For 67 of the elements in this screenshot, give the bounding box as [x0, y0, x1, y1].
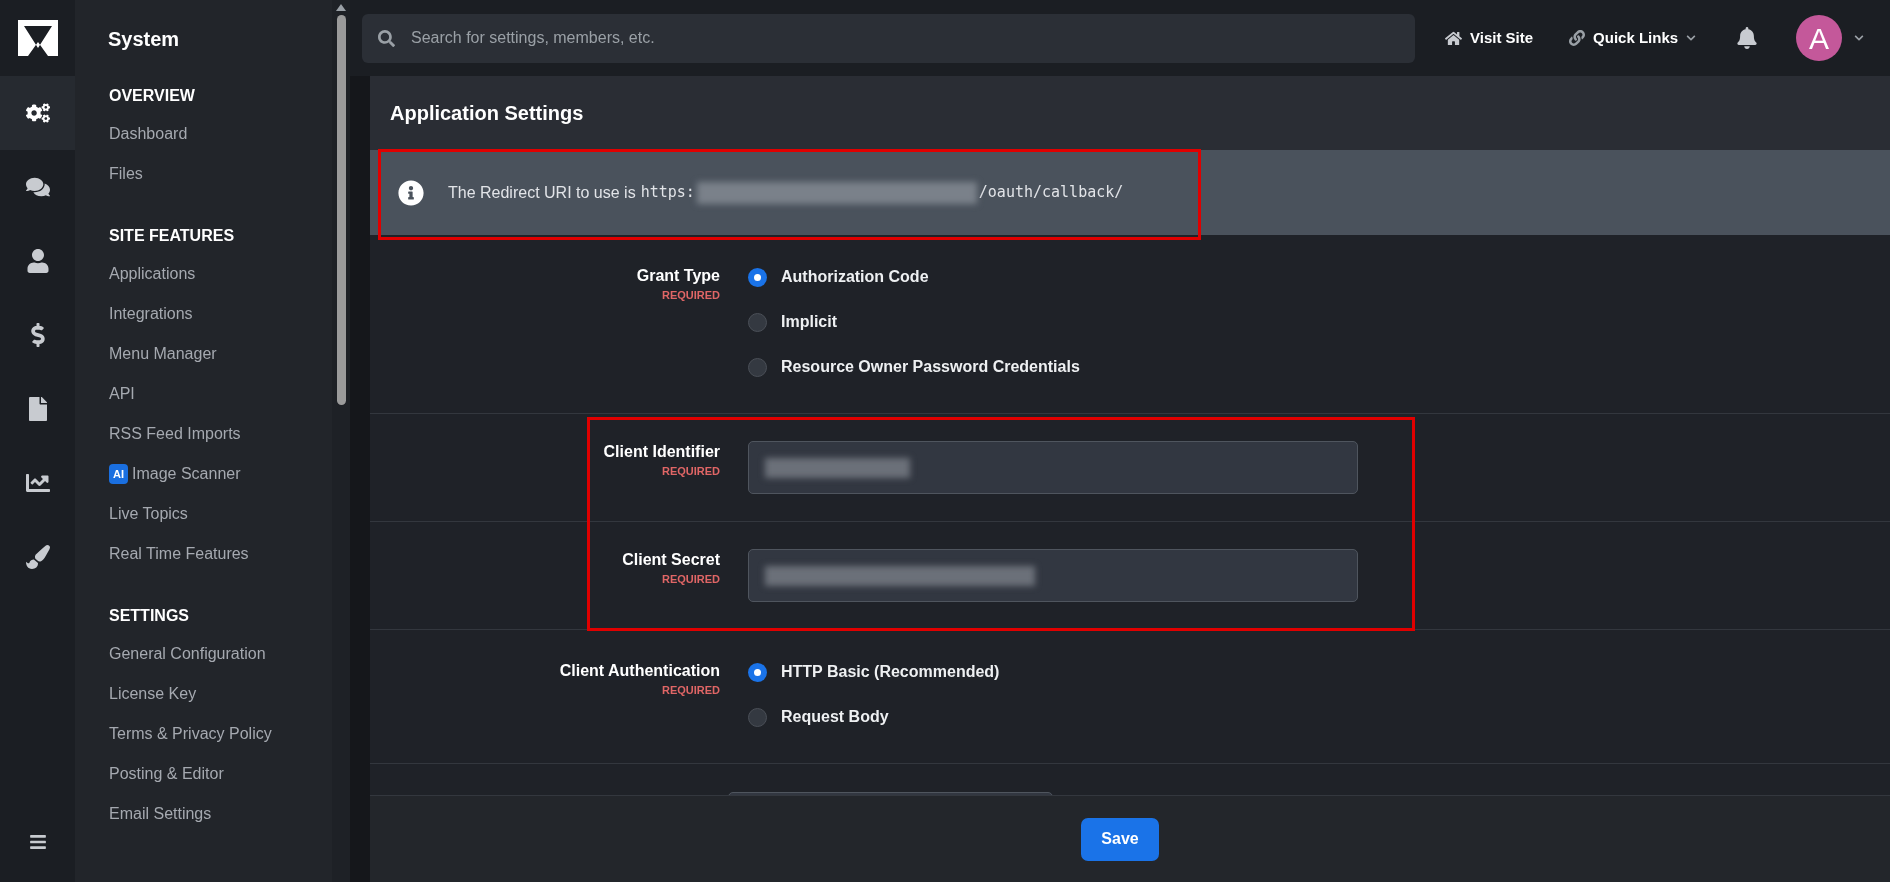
radio-button[interactable]	[748, 267, 767, 287]
scrollbar-thumb[interactable]	[336, 15, 346, 405]
radio-button[interactable]	[748, 312, 767, 332]
sidebar-item[interactable]: General Configuration	[107, 634, 266, 674]
sidebar-item[interactable]: Email Settings	[107, 794, 212, 834]
sidebar-item[interactable]: Dashboard	[107, 114, 188, 154]
sidebar-item[interactable]: Files	[107, 154, 143, 194]
field-label: Client Authentication	[559, 661, 720, 681]
settings-icon	[25, 101, 50, 125]
scrollbar[interactable]	[332, 0, 350, 882]
uri-text: /oauth/callback/	[978, 182, 1124, 204]
notification-bell-icon[interactable]	[1736, 27, 1759, 49]
sidebar-item[interactable]: AI Image Scanner	[107, 454, 241, 494]
sidebar-item[interactable]: Terms & Privacy Policy	[107, 714, 272, 754]
radio-option[interactable]: HTTP Basic (Recommended)	[748, 660, 1000, 684]
input-field[interactable]	[748, 441, 1358, 494]
sidebar-title: System	[107, 27, 181, 52]
field-label: Client Identifier	[603, 442, 720, 462]
brush-icon	[25, 545, 50, 569]
caret-icon[interactable]	[1854, 33, 1865, 43]
link-icon	[1569, 30, 1586, 46]
required-label: REQUIRED	[661, 683, 720, 698]
search-field[interactable]: Search for settings, members, etc.	[362, 13, 1415, 63]
notice-text: The Redirect URI to use is	[448, 182, 636, 203]
scroll-up-icon[interactable]	[336, 4, 346, 11]
caret-icon	[1686, 33, 1697, 43]
required-label: REQUIRED	[661, 572, 720, 587]
comments-icon	[25, 175, 50, 199]
info-icon	[398, 179, 424, 206]
radio-option[interactable]: Resource Owner Password Credentials	[748, 355, 1080, 379]
sidebar-item[interactable]: Menu Manager	[107, 334, 217, 374]
radio-option[interactable]: Request Body	[748, 705, 889, 729]
required-label: REQUIRED	[661, 464, 720, 479]
sidebar-item[interactable]: License Key	[107, 674, 197, 714]
menu-icon[interactable]	[28, 833, 47, 851]
field-label: Grant Type	[636, 266, 720, 286]
section-heading: SITE FEATURES	[108, 226, 236, 246]
input-field[interactable]	[748, 549, 1358, 602]
panel-title: Application Settings	[390, 101, 584, 126]
radio-button[interactable]	[748, 707, 767, 727]
sidebar-item[interactable]: Integrations	[107, 294, 193, 334]
field-label: Client Secret	[622, 550, 720, 570]
radio-option[interactable]: Implicit	[748, 310, 837, 334]
radio-button[interactable]	[748, 357, 767, 377]
sidebar-item[interactable]: API	[107, 374, 135, 414]
sidebar-item[interactable]: Live Topics	[107, 494, 188, 534]
user-avatar[interactable]: A	[1796, 15, 1843, 61]
required-label: REQUIRED	[661, 288, 720, 303]
quick-links-dropdown[interactable]: Quick Links	[1569, 26, 1697, 50]
visit-site-link[interactable]: Visit Site	[1445, 26, 1534, 50]
save-button[interactable]: Save	[1081, 817, 1159, 861]
rail-nav-item[interactable]	[0, 76, 75, 150]
sidebar-item[interactable]: RSS Feed Imports	[107, 414, 241, 454]
sidebar-item[interactable]: Real Time Features	[107, 534, 249, 574]
radio-option[interactable]: Authorization Code	[748, 265, 929, 289]
sidebar-item[interactable]: Applications	[107, 254, 196, 294]
user-icon	[25, 249, 50, 273]
sidebar-item[interactable]: Posting & Editor	[107, 754, 224, 794]
search-icon	[378, 29, 395, 47]
section-heading: SETTINGS	[108, 606, 190, 626]
section-heading: OVERVIEW	[108, 86, 196, 106]
ai-badge: AI	[109, 463, 128, 485]
logo-icon[interactable]	[17, 20, 58, 56]
radio-button[interactable]	[748, 662, 767, 682]
chart-icon	[25, 471, 50, 495]
home-icon	[1445, 29, 1462, 47]
uri-text: https:	[640, 182, 695, 204]
